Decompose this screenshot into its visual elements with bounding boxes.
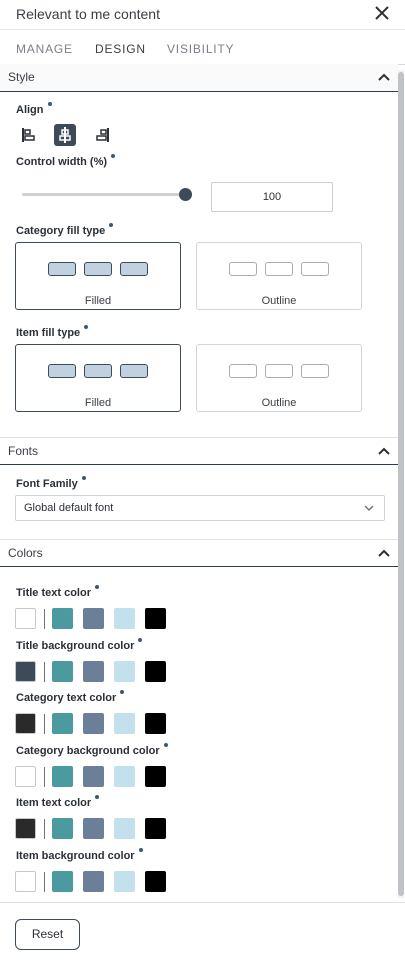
align-left-icon: [22, 128, 35, 142]
color-swatch-row: [15, 871, 166, 893]
filled-preview-icon: [48, 364, 150, 379]
palette-color-swatch[interactable]: [83, 608, 104, 629]
palette-color-swatch[interactable]: [114, 871, 135, 892]
palette-color-swatch[interactable]: [83, 818, 104, 839]
colors-section-header[interactable]: Colors: [0, 539, 398, 567]
control-width-slider-handle[interactable]: [179, 188, 192, 201]
reset-button[interactable]: Reset: [15, 919, 80, 950]
palette-color-swatch[interactable]: [52, 713, 73, 734]
scrollbar-thumb[interactable]: [398, 72, 404, 896]
color-row-label: Category text color: [16, 690, 125, 704]
category-fill-label: Category fill type: [16, 223, 114, 237]
close-icon[interactable]: [373, 4, 391, 22]
option-label: Filled: [84, 397, 112, 409]
swatch-divider: [44, 662, 45, 682]
color-row-label: Category background color: [16, 743, 168, 757]
control-width-label: Control width (%): [16, 154, 116, 168]
item-fill-label: Item fill type: [16, 325, 89, 339]
control-width-input[interactable]: 100: [211, 182, 333, 212]
filled-preview-icon: [48, 262, 150, 277]
swatch-divider: [44, 819, 45, 839]
palette-color-swatch[interactable]: [52, 818, 73, 839]
section-title: Fonts: [8, 444, 39, 458]
category-fill-filled-option[interactable]: Filled: [15, 242, 181, 310]
section-title: Colors: [8, 546, 43, 560]
panel-header: Relevant to me content: [0, 0, 405, 30]
item-fill-outline-option[interactable]: Outline: [196, 344, 362, 412]
palette-color-swatch[interactable]: [114, 608, 135, 629]
palette-color-swatch[interactable]: [145, 766, 166, 787]
style-section-header[interactable]: Style: [0, 64, 398, 92]
color-swatch-row: [15, 661, 166, 683]
palette-color-swatch[interactable]: [83, 661, 104, 682]
palette-color-swatch[interactable]: [83, 766, 104, 787]
align-center-button[interactable]: [54, 124, 76, 146]
chevron-up-icon[interactable]: [378, 446, 390, 456]
swatch-divider: [44, 872, 45, 892]
palette-color-swatch[interactable]: [114, 713, 135, 734]
item-fill-filled-option[interactable]: Filled: [15, 344, 181, 412]
option-label: Outline: [261, 397, 297, 409]
current-color-swatch[interactable]: [15, 661, 36, 682]
palette-color-swatch[interactable]: [83, 871, 104, 892]
outline-preview-icon: [229, 262, 331, 277]
font-family-value: Global default font: [24, 502, 114, 514]
palette-color-swatch[interactable]: [52, 766, 73, 787]
align-label: Align: [16, 102, 52, 116]
chevron-up-icon[interactable]: [378, 548, 390, 558]
chevron-up-icon[interactable]: [378, 72, 390, 82]
align-left-button[interactable]: [17, 124, 39, 146]
font-family-select[interactable]: Global default font: [15, 495, 385, 521]
palette-color-swatch[interactable]: [145, 661, 166, 682]
fonts-section-header[interactable]: Fonts: [0, 437, 398, 465]
palette-color-swatch[interactable]: [52, 608, 73, 629]
align-right-icon: [96, 128, 109, 142]
font-family-label: Font Family: [16, 476, 86, 490]
color-row-label: Title text color: [16, 585, 99, 599]
swatch-divider: [44, 767, 45, 787]
current-color-swatch[interactable]: [15, 713, 36, 734]
palette-color-swatch[interactable]: [145, 818, 166, 839]
palette-color-swatch[interactable]: [145, 871, 166, 892]
current-color-swatch[interactable]: [15, 818, 36, 839]
section-title: Style: [8, 70, 35, 84]
current-color-swatch[interactable]: [15, 766, 36, 787]
align-right-button[interactable]: [92, 124, 114, 146]
color-swatch-row: [15, 766, 166, 788]
control-width-slider-track[interactable]: [22, 193, 186, 196]
outline-preview-icon: [229, 364, 331, 379]
tab-visibility[interactable]: VISIBILITY: [167, 42, 234, 56]
option-label: Outline: [261, 295, 297, 307]
color-row-label: Item background color: [16, 848, 143, 862]
color-swatch-row: [15, 818, 166, 840]
tab-design[interactable]: DESIGN: [95, 42, 146, 56]
swatch-divider: [44, 609, 45, 629]
current-color-swatch[interactable]: [15, 871, 36, 892]
color-swatch-row: [15, 713, 166, 735]
palette-color-swatch[interactable]: [83, 713, 104, 734]
chevron-down-icon: [364, 505, 374, 511]
tab-bar: MANAGE DESIGN VISIBILITY: [0, 32, 405, 65]
color-swatch-row: [15, 608, 166, 630]
palette-color-swatch[interactable]: [145, 713, 166, 734]
swatch-divider: [44, 714, 45, 734]
tab-manage[interactable]: MANAGE: [16, 42, 73, 56]
palette-color-swatch[interactable]: [114, 818, 135, 839]
color-row-label: Item text color: [16, 795, 100, 809]
panel-footer: Reset: [0, 902, 405, 960]
panel-title: Relevant to me content: [16, 6, 160, 22]
align-center-icon: [59, 127, 71, 143]
palette-color-swatch[interactable]: [52, 661, 73, 682]
palette-color-swatch[interactable]: [114, 661, 135, 682]
palette-color-swatch[interactable]: [52, 871, 73, 892]
palette-color-swatch[interactable]: [145, 608, 166, 629]
color-row-label: Title background color: [16, 638, 143, 652]
category-fill-outline-option[interactable]: Outline: [196, 242, 362, 310]
option-label: Filled: [84, 295, 112, 307]
current-color-swatch[interactable]: [15, 608, 36, 629]
palette-color-swatch[interactable]: [114, 766, 135, 787]
